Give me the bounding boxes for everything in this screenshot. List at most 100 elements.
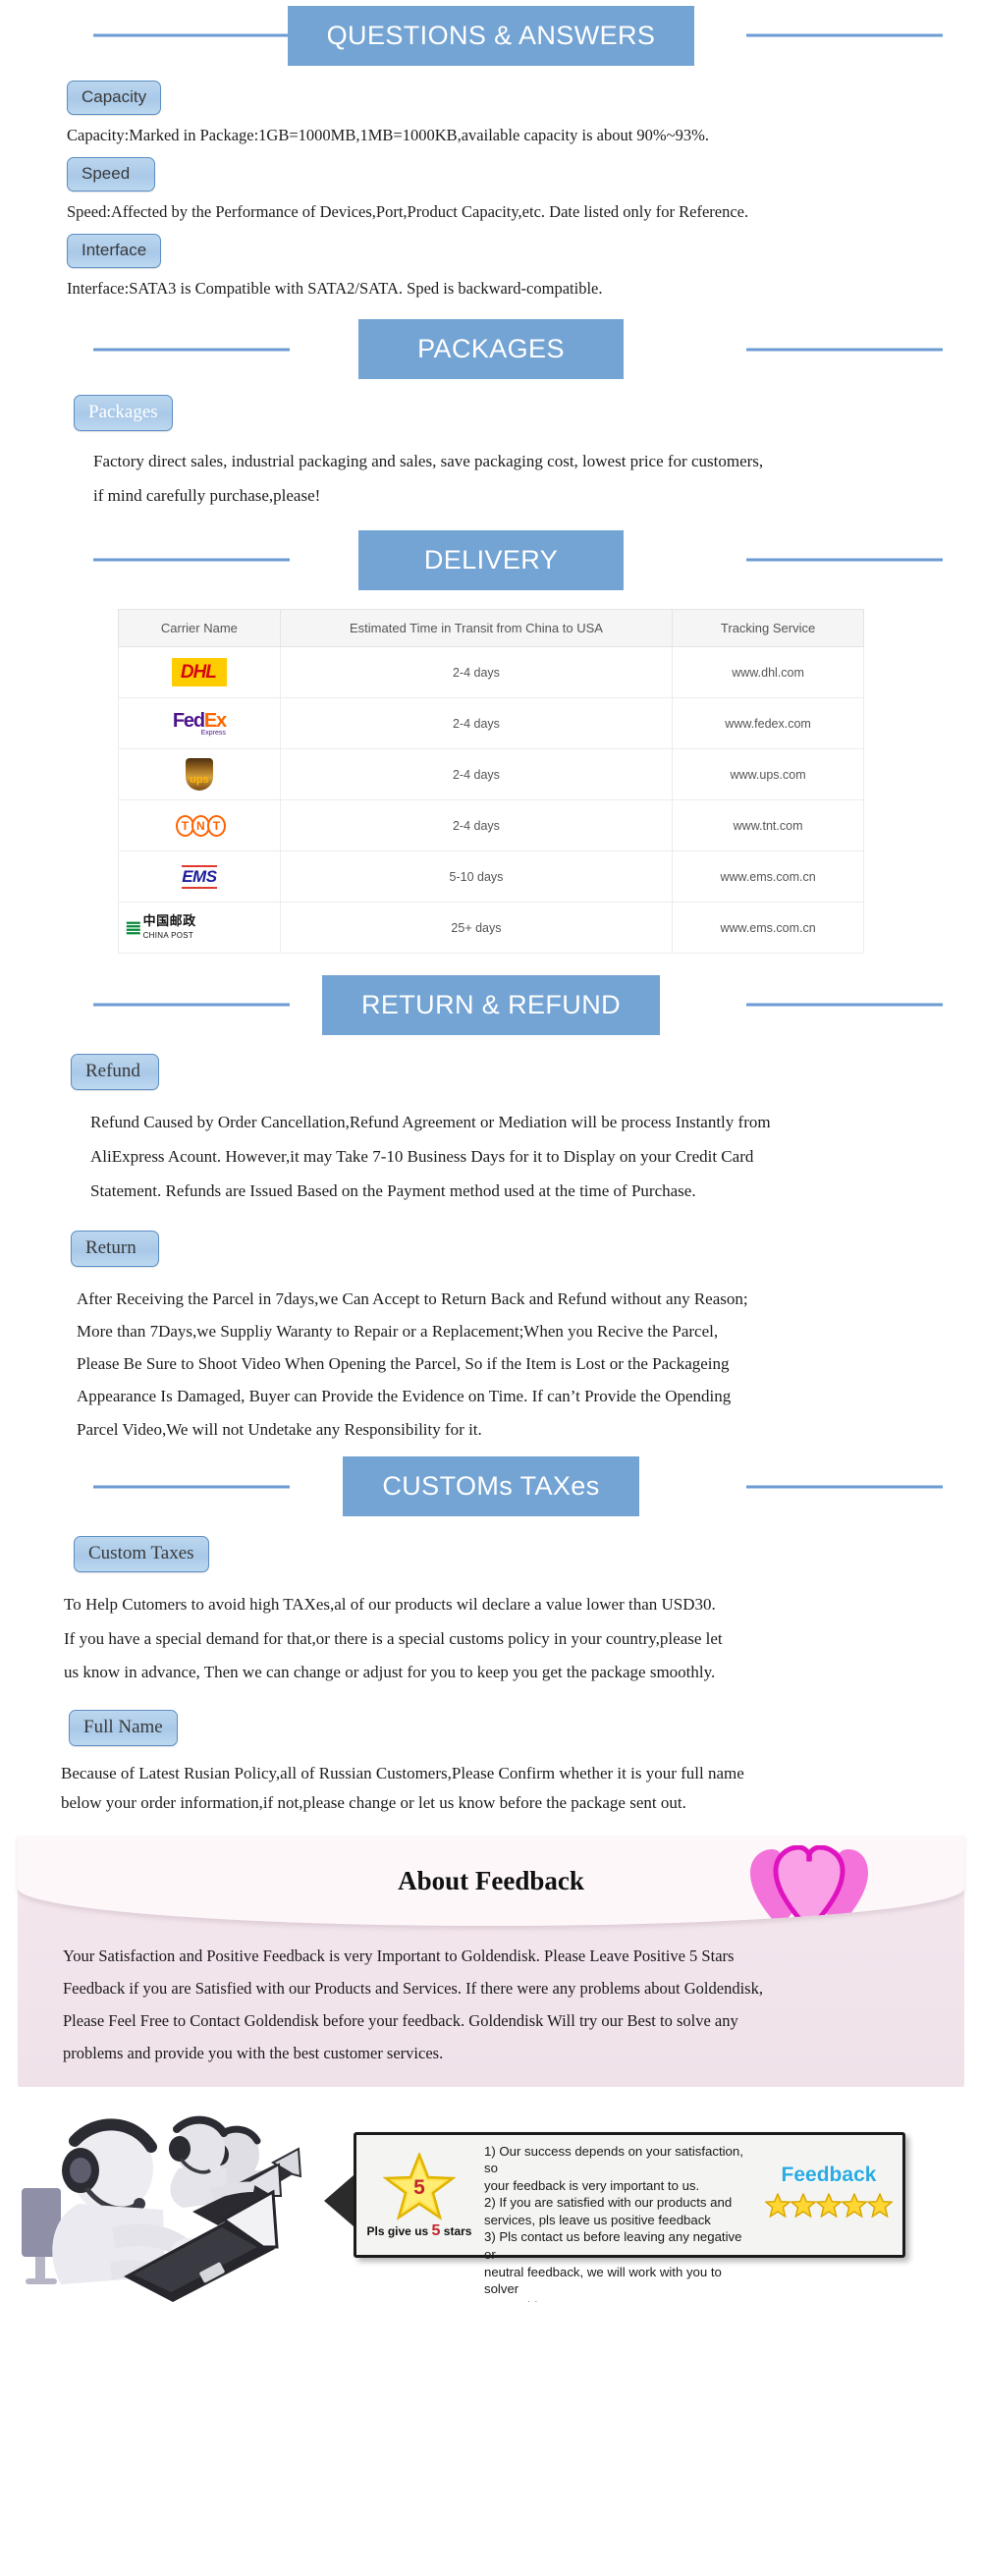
carrier-cell-china-post: ≣ 中国邮政 CHINA POST xyxy=(118,902,281,955)
delivery-table: Carrier Name Estimated Time in Transit f… xyxy=(118,609,864,955)
carrier-cell-ems: EMS xyxy=(118,850,281,904)
feedback-rating-block: Feedback xyxy=(755,2135,902,2255)
refund-label-row: Refund xyxy=(0,1054,982,1091)
table-row: DHL 2-4 days www.dhl.com xyxy=(118,646,864,699)
note-line-2: your feedback is very important to us. xyxy=(484,2177,700,2193)
banner-rule-left xyxy=(93,33,290,37)
qa-text-capacity: Capacity:Marked in Package:1GB=1000MB,1M… xyxy=(67,126,709,144)
star-number: 5 xyxy=(413,2176,425,2200)
table-row: ≣ 中国邮政 CHINA POST 25+ days www.ems.com.c… xyxy=(118,902,864,955)
fedex-logo: FedEx Express xyxy=(173,709,227,737)
qa-item-speed: Speed xyxy=(0,156,982,192)
bottom-feedback-banner: 5 Pls give us 5 stars 1) Our success dep… xyxy=(0,2091,982,2302)
star-caption-pre: Pls give us xyxy=(366,2224,429,2239)
full-name-line1: Because of Latest Rusian Policy,all of R… xyxy=(61,1764,744,1783)
product-description-page: QUESTIONS & ANSWERS Capacity Capacity:Ma… xyxy=(0,0,982,2302)
delivery-table-wrap: Carrier Name Estimated Time in Transit f… xyxy=(0,595,982,955)
refund-text-line1: Refund Caused by Order Cancellation,Refu… xyxy=(90,1113,771,1132)
star-icon xyxy=(791,2193,816,2219)
banner-title-customs-taxes: CUSTOMs TAXes xyxy=(343,1456,639,1517)
china-post-mark-icon: ≣ xyxy=(125,916,142,940)
note-line-7: any problems xyxy=(484,2298,751,2302)
pill-label-refund: Refund xyxy=(71,1054,159,1091)
section-banner-return-refund: RETURN & REFUND xyxy=(0,969,982,1040)
custom-taxes-label-row: Custom Taxes xyxy=(0,1535,982,1572)
ems-text: EMS xyxy=(182,867,217,887)
china-post-wordmark: 中国邮政 CHINA POST xyxy=(143,914,196,941)
banner-rule-right xyxy=(746,33,943,37)
tracking-url-dhl: www.dhl.com xyxy=(672,646,864,699)
col-header-carrier: Carrier Name xyxy=(118,609,281,648)
banner-rule-left xyxy=(93,1485,290,1489)
col-header-time: Estimated Time in Transit from China to … xyxy=(279,609,674,648)
qa-item-capacity: Capacity xyxy=(0,81,982,115)
return-text-line2: More than 7Days,we Suppliy Waranty to Re… xyxy=(77,1322,719,1342)
table-row: TNT 2-4 days www.tnt.com xyxy=(118,799,864,852)
about-feedback-title: About Feedback xyxy=(398,1866,584,1896)
feedback-line-3: Please Feel Free to Contact Goldendisk b… xyxy=(63,2010,738,2030)
star-caption-five: 5 xyxy=(431,2222,441,2240)
banner-rule-left xyxy=(93,1003,290,1007)
star-caption: Pls give us 5 stars xyxy=(367,2222,472,2240)
big-star-icon: 5 xyxy=(382,2151,457,2221)
carrier-cell-fedex: FedEx Express xyxy=(118,697,281,750)
return-text-line4: Appearance Is Damaged, Buyer can Provide… xyxy=(77,1387,732,1406)
carrier-cell-dhl: DHL xyxy=(118,646,281,699)
tracking-url-ups: www.ups.com xyxy=(672,748,864,801)
banner-rule-right xyxy=(746,1485,943,1489)
refund-text-line3: Statement. Refunds are Issued Based on t… xyxy=(90,1181,696,1201)
about-feedback-card: About Feedback Your Satisfaction and Pos… xyxy=(18,1835,964,2087)
pill-label-custom-taxes: Custom Taxes xyxy=(74,1535,209,1572)
custom-taxes-line1: To Help Cutomers to avoid high TAXes,al … xyxy=(64,1594,716,1614)
transit-time-fedex: 2-4 days xyxy=(279,697,674,750)
pill-label-capacity: Capacity xyxy=(67,81,162,115)
tracking-url-ems: www.ems.com.cn xyxy=(672,850,864,904)
table-row: FedEx Express 2-4 days www.fedex.com xyxy=(118,697,864,750)
feedback-line-2: Feedback if you are Satisfied with our P… xyxy=(63,1978,763,1998)
banner-rule-right xyxy=(746,348,943,352)
banner-title-qa: QUESTIONS & ANSWERS xyxy=(287,5,695,66)
star-icon xyxy=(842,2193,867,2219)
star-caption-post: stars xyxy=(443,2224,472,2239)
tnt-letter-t2: T xyxy=(206,814,226,837)
feedback-word: Feedback xyxy=(781,2164,877,2187)
packages-text-line1: Factory direct sales, industrial packagi… xyxy=(93,451,764,470)
feedback-line-1: Your Satisfaction and Positive Feedback … xyxy=(63,1946,735,1965)
rating-stars xyxy=(765,2193,893,2219)
ems-bar-bottom xyxy=(182,886,217,889)
pill-label-speed: Speed xyxy=(67,156,155,192)
qa-block: Capacity Capacity:Marked in Package:1GB=… xyxy=(0,81,982,301)
pill-label-interface: Interface xyxy=(67,233,162,268)
note-line-4: services, pls leave us positive feedback xyxy=(484,2212,711,2227)
transit-time-dhl: 2-4 days xyxy=(279,646,674,699)
banner-title-delivery: DELIVERY xyxy=(358,529,624,590)
section-banner-qa: QUESTIONS & ANSWERS xyxy=(0,0,982,71)
section-banner-delivery: DELIVERY xyxy=(0,524,982,595)
transit-time-ems: 5-10 days xyxy=(279,850,674,904)
ems-logo: EMS xyxy=(182,863,217,890)
transit-time-tnt: 2-4 days xyxy=(279,799,674,852)
return-text-line5: Parcel Video,We will not Undetake any Re… xyxy=(77,1419,482,1439)
star-icon xyxy=(816,2193,842,2219)
section-banner-packages: PACKAGES xyxy=(0,314,982,385)
note-line-6: neutral feedback, we will work with you … xyxy=(484,2264,722,2297)
refund-text-line2: AliExpress Acount. However,it may Take 7… xyxy=(90,1147,754,1167)
feedback-note-box: 5 Pls give us 5 stars 1) Our success dep… xyxy=(354,2131,905,2302)
table-row: ups 2-4 days www.ups.com xyxy=(118,748,864,801)
tnt-logo: TNT xyxy=(175,814,226,837)
packages-label-row: Packages xyxy=(0,394,982,431)
feedback-line-4: problems and provide you with the best c… xyxy=(63,2043,444,2062)
section-banner-customs-taxes: CUSTOMs TAXes xyxy=(0,1452,982,1522)
tracking-url-tnt: www.tnt.com xyxy=(672,799,864,852)
full-name-label-row: Full Name xyxy=(0,1710,982,1747)
full-name-line2: below your order information,if not,plea… xyxy=(61,1792,686,1812)
call-center-agents-illustration xyxy=(18,2093,371,2302)
about-feedback-body: Your Satisfaction and Positive Feedback … xyxy=(18,1926,964,2073)
hearts-icon xyxy=(750,1844,868,1926)
pill-label-full-name: Full Name xyxy=(69,1710,178,1747)
fedex-ex-text: Ex xyxy=(203,709,227,732)
tracking-url-fedex: www.fedex.com xyxy=(672,697,864,750)
table-row: EMS 5-10 days www.ems.com.cn xyxy=(118,850,864,904)
ups-logo: ups xyxy=(185,758,213,792)
china-post-english-text: CHINA POST xyxy=(142,931,194,941)
